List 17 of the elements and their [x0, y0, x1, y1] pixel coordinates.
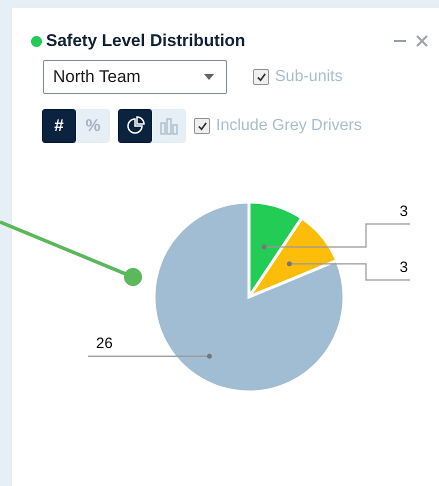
status-dot [31, 36, 42, 46]
bar-chart-icon [159, 116, 179, 136]
data-label: 3 [400, 203, 408, 220]
check-icon [196, 120, 208, 132]
data-label: 26 [96, 335, 113, 352]
widget-title: Safety Level Distribution [46, 31, 246, 51]
caret-icon [204, 74, 214, 80]
value-mode-button[interactable]: # [42, 109, 76, 143]
team-dropdown[interactable]: North Team [43, 60, 227, 94]
include-drivers-checkbox[interactable]: Include Grey Drivers [194, 117, 362, 135]
pie-chart-button[interactable] [118, 109, 152, 143]
value-mode-button[interactable]: % [76, 109, 110, 143]
pie-chart-icon [125, 116, 145, 136]
close-icon[interactable] [415, 34, 429, 48]
check-icon [256, 72, 266, 82]
sub-units-checkbox[interactable]: Sub-units [253, 68, 343, 86]
data-label: 3 [400, 259, 408, 276]
